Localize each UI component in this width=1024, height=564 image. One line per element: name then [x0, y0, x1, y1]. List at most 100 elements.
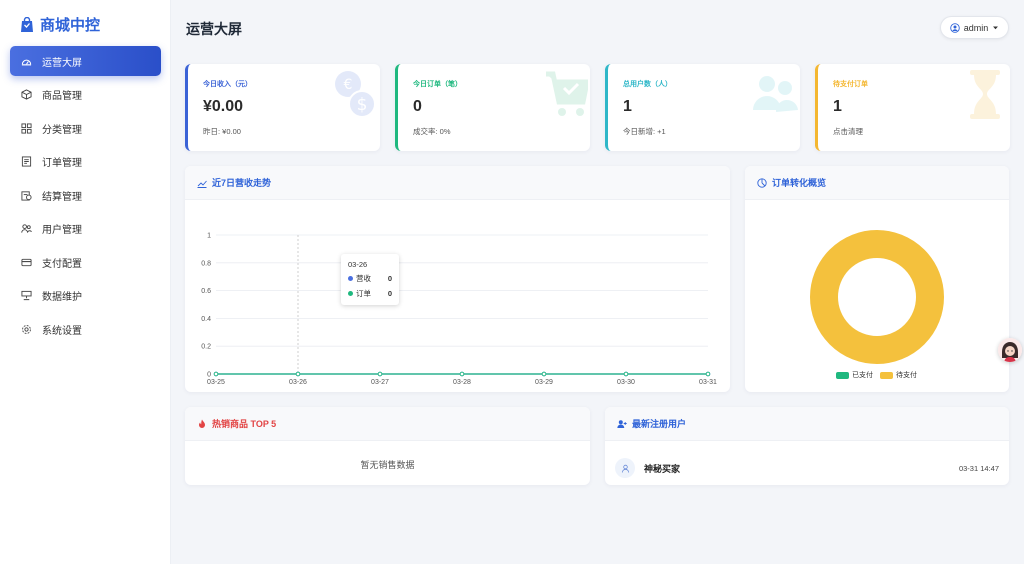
sidebar-nav: 运营大屏 商品管理 分类管理 订单管理 结算管理 用户管理 支付配置 数据维护: [10, 46, 161, 348]
revenue-trend-panel: 近7日营收走势 0 0.2 0.4 0.6 0.8 1 03-25 03-26 03-27 03-…: [185, 166, 730, 392]
stat-value: 0: [413, 98, 422, 115]
series-dot: [348, 291, 353, 296]
brand-name: 商城中控: [40, 17, 101, 34]
donut-slice: [810, 230, 944, 364]
dashboard-icon: [21, 59, 32, 65]
sidebar-item-categories[interactable]: 分类管理: [10, 113, 161, 143]
order-conversion-panel: 订单转化概览: [745, 166, 1009, 392]
stat-card-revenue: 今日收入（元） ¥0.00 昨日: ¥0.00 $ €: [185, 64, 380, 151]
stat-card-pending[interactable]: 待支付订单 1 点击清理: [815, 64, 1010, 151]
sidebar-item-orders[interactable]: 订单管理: [10, 147, 161, 177]
credit-card-icon: [21, 258, 32, 266]
sidebar-item-label: 支付配置: [42, 258, 82, 270]
data-point: [623, 371, 629, 377]
donut-legend: 已支付 待支付: [836, 370, 917, 380]
shopping-bag-icon: [21, 16, 33, 32]
legend-label: 待支付: [896, 372, 917, 379]
y-tick-label: 0.2: [201, 344, 211, 351]
data-point: [541, 371, 547, 377]
coins-icon: $€: [335, 71, 376, 118]
list-item[interactable]: 神秘买家 03-31 14:47: [615, 453, 999, 483]
hot-products-panel: 热销商品 TOP 5 暂无销售数据: [185, 407, 590, 485]
panel-title: 热销商品 TOP 5: [212, 419, 277, 429]
user-icon: [621, 464, 629, 473]
data-point: [377, 371, 383, 377]
stat-value: 1: [833, 98, 842, 115]
svg-text:€: €: [344, 77, 353, 93]
assistant-avatar-icon: [998, 338, 1022, 362]
sidebar-item-label: 商品管理: [42, 91, 82, 102]
x-tick-label: 03-26: [289, 379, 307, 386]
legend-item-pending[interactable]: 待支付: [880, 370, 917, 380]
stat-label: 今日订单（笔）: [413, 81, 462, 88]
cart-icon: [546, 71, 588, 116]
revenue-line-chart[interactable]: 0 0.2 0.4 0.6 0.8 1 03-25 03-26 03-27 03-28 03-29 0…: [185, 166, 730, 392]
y-tick-label: 0.8: [201, 260, 211, 267]
sidebar-item-products[interactable]: 商品管理: [10, 80, 161, 110]
stat-value: ¥0.00: [203, 98, 244, 115]
x-tick-label: 03-30: [617, 379, 635, 386]
y-tick-label: 0.4: [201, 316, 211, 323]
y-tick-label: 1: [207, 233, 211, 240]
x-tick-label: 03-28: [453, 379, 471, 386]
avatar: [615, 458, 635, 478]
sidebar-item-dashboard[interactable]: 运营大屏: [10, 46, 161, 76]
tooltip-row-revenue: 营收 0: [348, 273, 392, 284]
page-title: 运营大屏: [186, 21, 242, 37]
sidebar-item-label: 运营大屏: [42, 57, 82, 69]
user-name: 神秘买家: [644, 463, 681, 474]
sidebar-item-label: 数据维护: [42, 292, 82, 303]
caret-down-icon: [993, 26, 999, 30]
legend-item-paid[interactable]: 已支付: [836, 370, 873, 380]
stat-label: 总用户数（人）: [623, 81, 672, 88]
sidebar-item-settings[interactable]: 系统设置: [10, 314, 161, 344]
sidebar-item-settlement[interactable]: 结算管理: [10, 180, 161, 210]
stat-card-users: 总用户数（人） 1 今日新增: +1: [605, 64, 800, 151]
data-point: [459, 371, 465, 377]
sidebar-item-label: 系统设置: [42, 325, 82, 337]
settlement-icon: [21, 190, 32, 201]
brand-logo[interactable]: 商城中控: [20, 14, 100, 35]
legend-swatch: [836, 371, 849, 379]
box-icon: [21, 89, 32, 100]
tooltip-value: 0: [387, 289, 392, 298]
user-menu-button[interactable]: admin: [940, 16, 1009, 39]
tooltip-label: 营收: [356, 274, 371, 283]
stat-label: 今日收入（元）: [203, 81, 252, 88]
users-icon: [21, 224, 32, 233]
sidebar-item-data[interactable]: 数据维护: [10, 281, 161, 311]
user-circle-icon: [949, 22, 960, 33]
sidebar-item-users[interactable]: 用户管理: [10, 214, 161, 244]
sidebar-item-payment[interactable]: 支付配置: [10, 247, 161, 277]
sidebar-item-label: 订单管理: [42, 158, 82, 169]
data-point: [213, 371, 219, 377]
series-dot: [348, 276, 353, 281]
new-users-panel: 最新注册用户 神秘买家 03-31 14:47: [605, 407, 1009, 485]
register-time: 03-31 14:47: [958, 463, 999, 473]
x-tick-label: 03-31: [699, 379, 717, 386]
panel-header: 热销商品 TOP 5: [185, 407, 590, 441]
hourglass-icon: [970, 70, 1000, 119]
sidebar: 商城中控 运营大屏 商品管理 分类管理 订单管理 结算管理 用户管理 支付配置 …: [0, 0, 171, 564]
assistant-avatar-button[interactable]: [998, 338, 1022, 362]
y-tick-label: 0.6: [201, 288, 211, 295]
x-tick-label: 03-29: [535, 379, 553, 386]
legend-label: 已支付: [852, 372, 873, 379]
stat-value: 1: [623, 98, 632, 115]
chart-tooltip: 03-26 营收 0 订单 0: [341, 254, 399, 305]
receipt-icon: [21, 156, 32, 167]
empty-state-text: 暂无销售数据: [360, 460, 415, 470]
conversion-donut-chart[interactable]: [745, 166, 1009, 392]
grid-icon: [21, 122, 32, 134]
user-plus-icon: [617, 419, 627, 428]
legend-swatch: [880, 371, 893, 379]
y-tick-label: 0: [207, 372, 211, 379]
x-tick-label: 03-25: [207, 379, 225, 386]
panel-header: 最新注册用户: [605, 407, 1009, 441]
tooltip-label: 订单: [356, 289, 371, 298]
user-name: admin: [963, 22, 989, 33]
sidebar-item-label: 用户管理: [42, 225, 82, 236]
sidebar-item-label: 结算管理: [42, 191, 82, 203]
clear-pending-link[interactable]: 点击清理: [833, 126, 863, 137]
stat-sub: 昨日: ¥0.00: [203, 127, 241, 136]
